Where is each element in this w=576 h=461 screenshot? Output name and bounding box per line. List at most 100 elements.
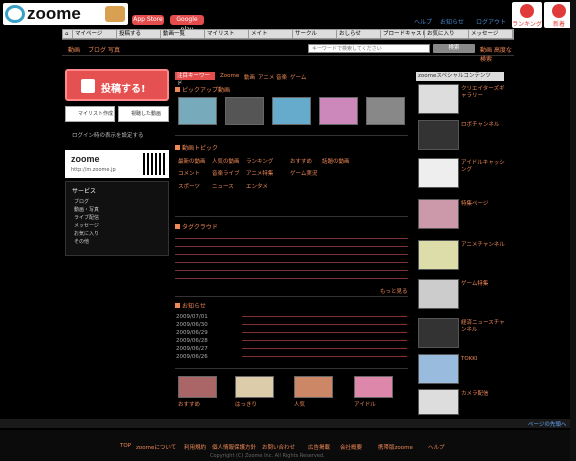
more-link[interactable]: もっと見る [380, 287, 408, 295]
footer-link[interactable]: zoomeについて [136, 443, 176, 451]
keyword-link[interactable]: ゲーム [290, 73, 306, 81]
special-link[interactable]: クリエイターズギャラリー [461, 86, 506, 100]
app-store-button[interactable]: App Store [132, 15, 164, 25]
home-icon[interactable]: ⌂ [63, 30, 73, 38]
subnav-blog[interactable]: ブログ [88, 45, 106, 54]
special-link[interactable]: アニメチャンネル [461, 242, 506, 249]
login-settings-link[interactable]: ログイン時の表示を設定する [72, 131, 144, 139]
topic-link[interactable]: 音楽ライブ [212, 169, 240, 177]
feature-thumbnail[interactable] [294, 376, 333, 398]
topic-link[interactable]: コメント [178, 169, 200, 177]
nav-divider [62, 39, 514, 40]
nav-mypage[interactable]: マイページ [73, 30, 117, 38]
special-link[interactable]: 特集ページ [461, 201, 506, 208]
news-link[interactable]: お知らせ [440, 17, 464, 26]
service-item[interactable]: その他 [74, 238, 89, 245]
footer-link[interactable]: 広告掲載 [308, 443, 330, 451]
mobile-qr-banner[interactable]: zoome http://m.zoome.jp [65, 150, 169, 178]
footer-link[interactable]: 会社概要 [340, 443, 362, 451]
logout-link[interactable]: ログアウト [476, 17, 506, 26]
news-list[interactable] [242, 314, 407, 360]
special-banner[interactable] [418, 199, 459, 229]
service-item[interactable]: ライブ配信 [74, 214, 99, 221]
keyword-link[interactable]: Zoome [220, 73, 239, 79]
search-input[interactable]: キーワードで検索してください [308, 44, 430, 53]
zoome-logo[interactable]: zoome [3, 3, 128, 25]
ranking-button[interactable]: ランキング [512, 2, 542, 28]
footer-link[interactable]: TOP [120, 443, 131, 449]
special-banner[interactable] [418, 279, 459, 309]
keyword-link[interactable]: 音楽 [276, 73, 287, 81]
special-banner[interactable] [418, 354, 459, 384]
special-banner[interactable] [418, 158, 459, 188]
feature-label[interactable]: 人気 [294, 400, 305, 408]
keyword-link[interactable]: アニメ [258, 73, 274, 81]
nav-broadcast[interactable]: ブロードキャスト [381, 30, 425, 38]
topic-link[interactable]: エンタメ [246, 182, 268, 190]
video-thumbnail[interactable] [319, 97, 358, 125]
copyright: Copyright (C) Zoome Inc. All Rights Rese… [210, 453, 325, 459]
nav-favorites[interactable]: お気に入り [425, 30, 469, 38]
mylist-button[interactable]: マイリスト作成 [65, 106, 115, 122]
post-button[interactable]: 投稿する! [65, 69, 169, 101]
subnav-photo[interactable]: 写真 [108, 45, 120, 54]
zoome-logo-icon [5, 5, 25, 23]
feature-thumbnail[interactable] [235, 376, 274, 398]
special-banner[interactable] [418, 240, 459, 270]
special-link[interactable]: アイドルキャッシング [461, 160, 506, 174]
topic-link[interactable]: 人気の動画 [212, 157, 240, 165]
topic-link[interactable]: スポーツ [178, 182, 200, 190]
feature-thumbnail[interactable] [354, 376, 393, 398]
nav-post[interactable]: 投稿する [117, 30, 161, 38]
tag-cloud[interactable] [175, 235, 408, 279]
topic-link[interactable]: ゲーム実況 [290, 169, 317, 177]
footer-link[interactable]: 利用規約 [184, 443, 206, 451]
special-banner[interactable] [418, 318, 459, 348]
special-link[interactable]: カメラ配信 [461, 391, 506, 398]
subnav-video[interactable]: 動画 [68, 45, 80, 54]
footer-link[interactable]: 個人情報保護方針 [212, 443, 256, 451]
topic-link[interactable]: アニメ特集 [246, 169, 273, 177]
special-link[interactable]: ゲーム特集 [461, 281, 506, 288]
nav-mate[interactable]: メイト [249, 30, 293, 38]
nav-messages[interactable]: メッセージ [469, 30, 513, 38]
help-link[interactable]: ヘルプ [414, 17, 432, 26]
nav-mylist[interactable]: マイリスト [205, 30, 249, 38]
special-link[interactable]: TOKKI [461, 356, 506, 363]
nav-videos[interactable]: 動画一覧 [161, 30, 205, 38]
footer-link[interactable]: お問い合わせ [262, 443, 295, 451]
topic-link[interactable]: おすすめ [290, 157, 312, 165]
topic-link[interactable]: 最新の動画 [178, 157, 206, 165]
footer-link[interactable]: ヘルプ [428, 443, 445, 451]
nav-circle[interactable]: サークル [293, 30, 337, 38]
special-link[interactable]: ロボチャンネル [461, 122, 506, 129]
google-play-button[interactable]: Google play [170, 15, 204, 33]
topic-link[interactable]: ニュース [212, 182, 234, 190]
nav-notice[interactable]: おしらせ [337, 30, 381, 38]
service-item[interactable]: ブログ [74, 198, 89, 205]
service-item[interactable]: メッセージ [74, 222, 99, 229]
vertical-scrollbar[interactable] [570, 0, 576, 461]
video-thumbnail[interactable] [178, 97, 217, 125]
special-banner[interactable] [418, 120, 459, 150]
feature-thumbnail[interactable] [178, 376, 217, 398]
page-top-link[interactable]: ページの先頭へ [528, 420, 566, 428]
history-button[interactable]: 視聴した動画 [118, 106, 169, 122]
footer-link[interactable]: 携帯版zoome [378, 443, 413, 451]
special-banner[interactable] [418, 84, 459, 114]
feature-label[interactable]: アイドル [354, 400, 376, 408]
advanced-search-link[interactable]: 動画 高度な検索 [480, 45, 514, 63]
search-button[interactable]: 検索 [433, 44, 475, 53]
topic-link[interactable]: ランキング [246, 157, 273, 165]
service-item[interactable]: お気に入り [74, 230, 99, 237]
keyword-link[interactable]: 動画 [244, 73, 255, 81]
video-thumbnail[interactable] [225, 97, 264, 125]
topic-link[interactable]: 話題の動画 [322, 157, 350, 165]
video-thumbnail[interactable] [366, 97, 405, 125]
special-link[interactable]: 経済ニュースチャンネル [461, 320, 506, 334]
feature-label[interactable]: おすすめ [178, 400, 200, 408]
service-item[interactable]: 動画・写真 [74, 206, 99, 213]
special-banner[interactable] [418, 389, 459, 415]
video-thumbnail[interactable] [272, 97, 311, 125]
feature-label[interactable]: はっきり [235, 400, 257, 408]
